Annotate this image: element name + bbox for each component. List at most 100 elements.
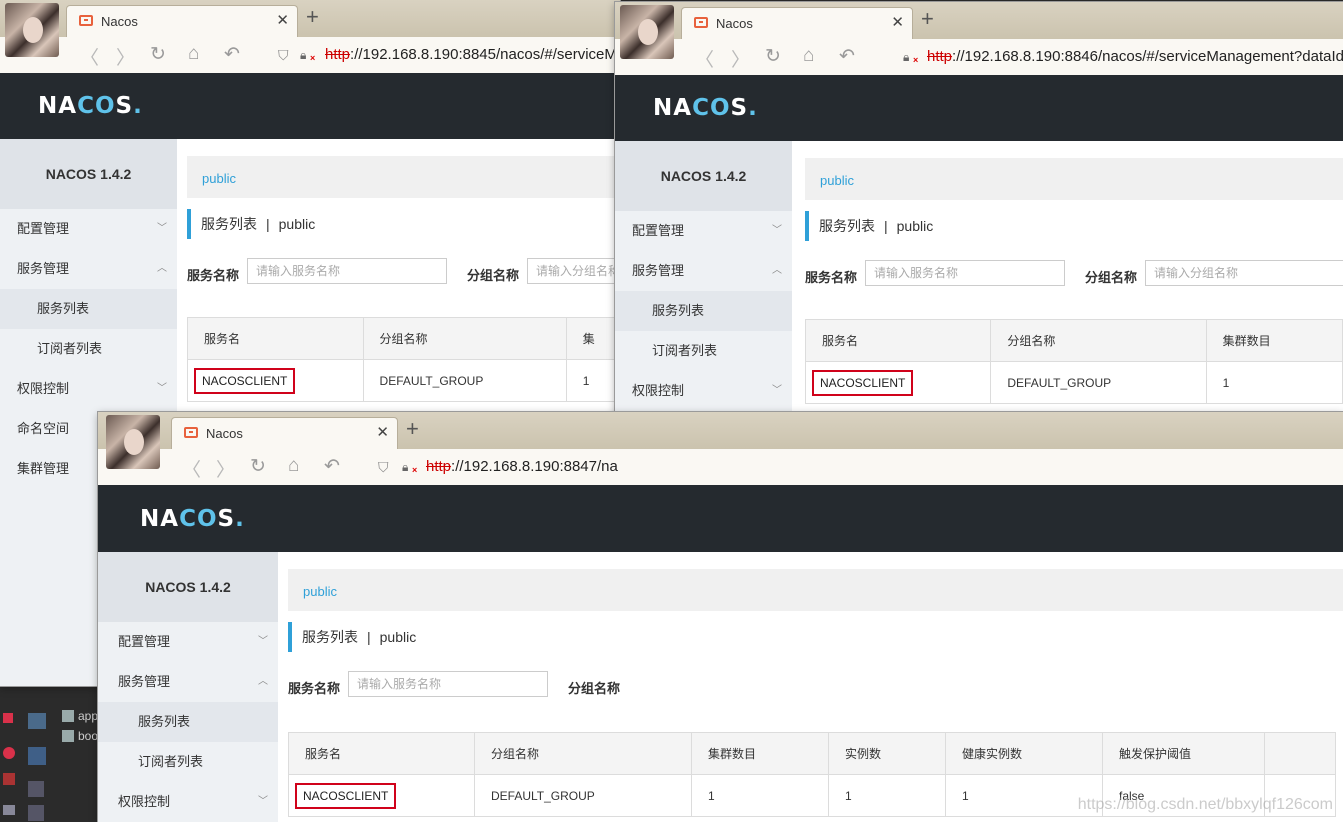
nacos-logo[interactable]: NACOS. [38,93,143,119]
back-icon[interactable]: 〈 [182,455,201,482]
insecure-lock-icon[interactable]: 🔒︎ [903,50,909,65]
app-header: NACOS. [0,73,620,139]
sidebar-item-service[interactable]: 服务管理 ︿ [615,251,792,291]
forward-icon[interactable]: 〉 [116,43,135,70]
user-avatar[interactable] [620,5,674,59]
close-tab-icon[interactable]: ✕ [276,11,289,29]
col-cluster-count: 集群数目 [691,732,829,775]
namespace-public[interactable]: public [303,584,337,599]
browser-tab[interactable]: Nacos ✕ [66,5,298,38]
table-header: 服务名 分组名称 集群数目 [804,319,1343,362]
undo-icon[interactable]: ↶ [224,43,240,66]
home-icon[interactable]: ⌂ [803,45,814,67]
col-instance-count: 实例数 [828,732,946,775]
nacos-favicon-icon [694,17,708,28]
browser-tab[interactable]: Nacos ✕ [171,417,398,450]
group-name-label: 分组名称 [467,268,520,283]
mute-icon[interactable] [3,773,15,785]
url-rest: ://192.168.8.190:8846/nacos/#/serviceMan… [952,48,1343,65]
close-tab-icon[interactable]: ✕ [891,13,904,31]
service-name-label: 服务名称 [288,681,341,696]
new-tab-icon[interactable]: + [921,6,934,32]
sidebar-item-config[interactable]: 配置管理 ﹀ [98,622,278,662]
tool-icon[interactable] [28,713,46,729]
chart-icon[interactable] [28,747,46,765]
chevron-down-icon: ﹀ [157,223,167,234]
chevron-up-icon: ︿ [772,265,782,276]
sidebar-item-subscribers[interactable]: 订阅者列表 [0,329,177,369]
chevron-down-icon: ﹀ [772,385,782,396]
nacos-logo[interactable]: NACOS. [140,506,245,532]
col-cluster-count: 集群数目 [1205,319,1343,362]
nacos-logo[interactable]: NACOS. [653,95,758,121]
stop-icon[interactable] [3,713,13,723]
service-name-cell[interactable]: NACOSCLIENT [194,367,296,394]
sidebar-item-auth[interactable]: 权限控制 ﹀ [0,369,177,409]
url-scheme: http [927,48,953,65]
copy-icon[interactable] [28,781,44,797]
user-avatar[interactable] [106,415,160,469]
user-avatar[interactable] [5,3,59,57]
col-group-name: 分组名称 [990,319,1207,362]
shield-icon[interactable]: ⛉ [278,47,289,64]
sidebar-item-config[interactable]: 配置管理 ﹀ [615,211,792,251]
home-icon[interactable]: ⌂ [288,455,299,477]
camera-icon[interactable] [3,805,15,815]
tab-title: Nacos [101,14,138,29]
sidebar-item-subscribers[interactable]: 订阅者列表 [615,331,792,371]
reload-icon[interactable]: ↻ [150,43,166,66]
table-row[interactable]: NACOSCLIENT DEFAULT_GROUP 1 [804,361,1343,404]
task-item-boo[interactable]: boo [78,729,98,743]
reload-icon[interactable]: ↻ [765,45,781,68]
address-bar[interactable]: http://192.168.8.190:8846/nacos/#/servic… [927,48,1343,65]
sidebar-item-service-list[interactable]: 服务列表 [615,291,792,331]
col-group-name: 分组名称 [362,317,567,360]
sidebar-item-subscribers[interactable]: 订阅者列表 [98,742,278,782]
forward-icon[interactable]: 〉 [731,45,750,72]
service-name-input[interactable]: 请输入服务名称 [865,260,1065,286]
watermark: https://blog.csdn.net/bbxylqf126com [1077,796,1333,813]
undo-icon[interactable]: ↶ [839,45,855,68]
new-tab-icon[interactable]: + [406,416,419,442]
record-icon[interactable] [3,747,15,759]
namespace-public[interactable]: public [202,171,236,186]
sidebar-item-service[interactable]: 服务管理 ︿ [98,662,278,702]
insecure-mark-icon: × [913,55,919,65]
document-icon[interactable] [28,805,44,821]
reload-icon[interactable]: ↻ [250,455,266,478]
address-bar[interactable]: http://192.168.8.190:8847/na [426,458,618,475]
namespace-public[interactable]: public [820,173,854,188]
close-tab-icon[interactable]: ✕ [376,423,389,441]
service-name-input[interactable]: 请输入服务名称 [348,671,548,697]
folder-icon[interactable] [62,710,74,722]
service-name-label: 服务名称 [805,270,858,285]
browser-tab[interactable]: Nacos ✕ [681,7,913,40]
sidebar-item-auth[interactable]: 权限控制 ﹀ [615,371,792,411]
back-icon[interactable]: 〈 [695,45,714,72]
sidebar-item-service-list[interactable]: 服务列表 [0,289,177,329]
home-icon[interactable]: ⌂ [188,43,199,65]
shield-icon[interactable]: ⛉ [378,459,389,476]
new-tab-icon[interactable]: + [306,4,319,30]
table-row[interactable]: NACOSCLIENT DEFAULT_GROUP 1 [187,359,620,402]
group-name-input[interactable]: 请输入分组名称 [1145,260,1343,286]
sidebar-item-auth[interactable]: 权限控制 ﹀ [98,782,278,822]
service-name-cell[interactable]: NACOSCLIENT [295,782,397,809]
folder-icon[interactable] [62,730,74,742]
address-bar[interactable]: http://192.168.8.190:8845/nacos/#/servic… [325,46,617,63]
undo-icon[interactable]: ↶ [324,455,340,478]
group-cell: DEFAULT_GROUP [474,774,692,817]
url-rest: ://192.168.8.190:8847/na [451,458,618,475]
insecure-lock-icon[interactable]: 🔒︎ [402,460,408,475]
sidebar-item-service[interactable]: 服务管理 ︿ [0,249,177,289]
service-name-cell[interactable]: NACOSCLIENT [812,369,914,396]
service-name-input[interactable]: 请输入服务名称 [247,258,447,284]
task-item-app[interactable]: app [78,709,98,723]
forward-icon[interactable]: 〉 [216,455,235,482]
back-icon[interactable]: 〈 [80,43,99,70]
service-table: 服务名 分组名称 集群数目 NACOSCLIENT DEFAULT_GROUP … [804,319,1343,404]
insecure-lock-icon[interactable]: 🔒︎ [300,48,306,63]
sidebar-item-config[interactable]: 配置管理 ﹀ [0,209,177,249]
sidebar-item-service-list[interactable]: 服务列表 [98,702,278,742]
group-name-input[interactable]: 请输入分组名称 [527,258,620,284]
